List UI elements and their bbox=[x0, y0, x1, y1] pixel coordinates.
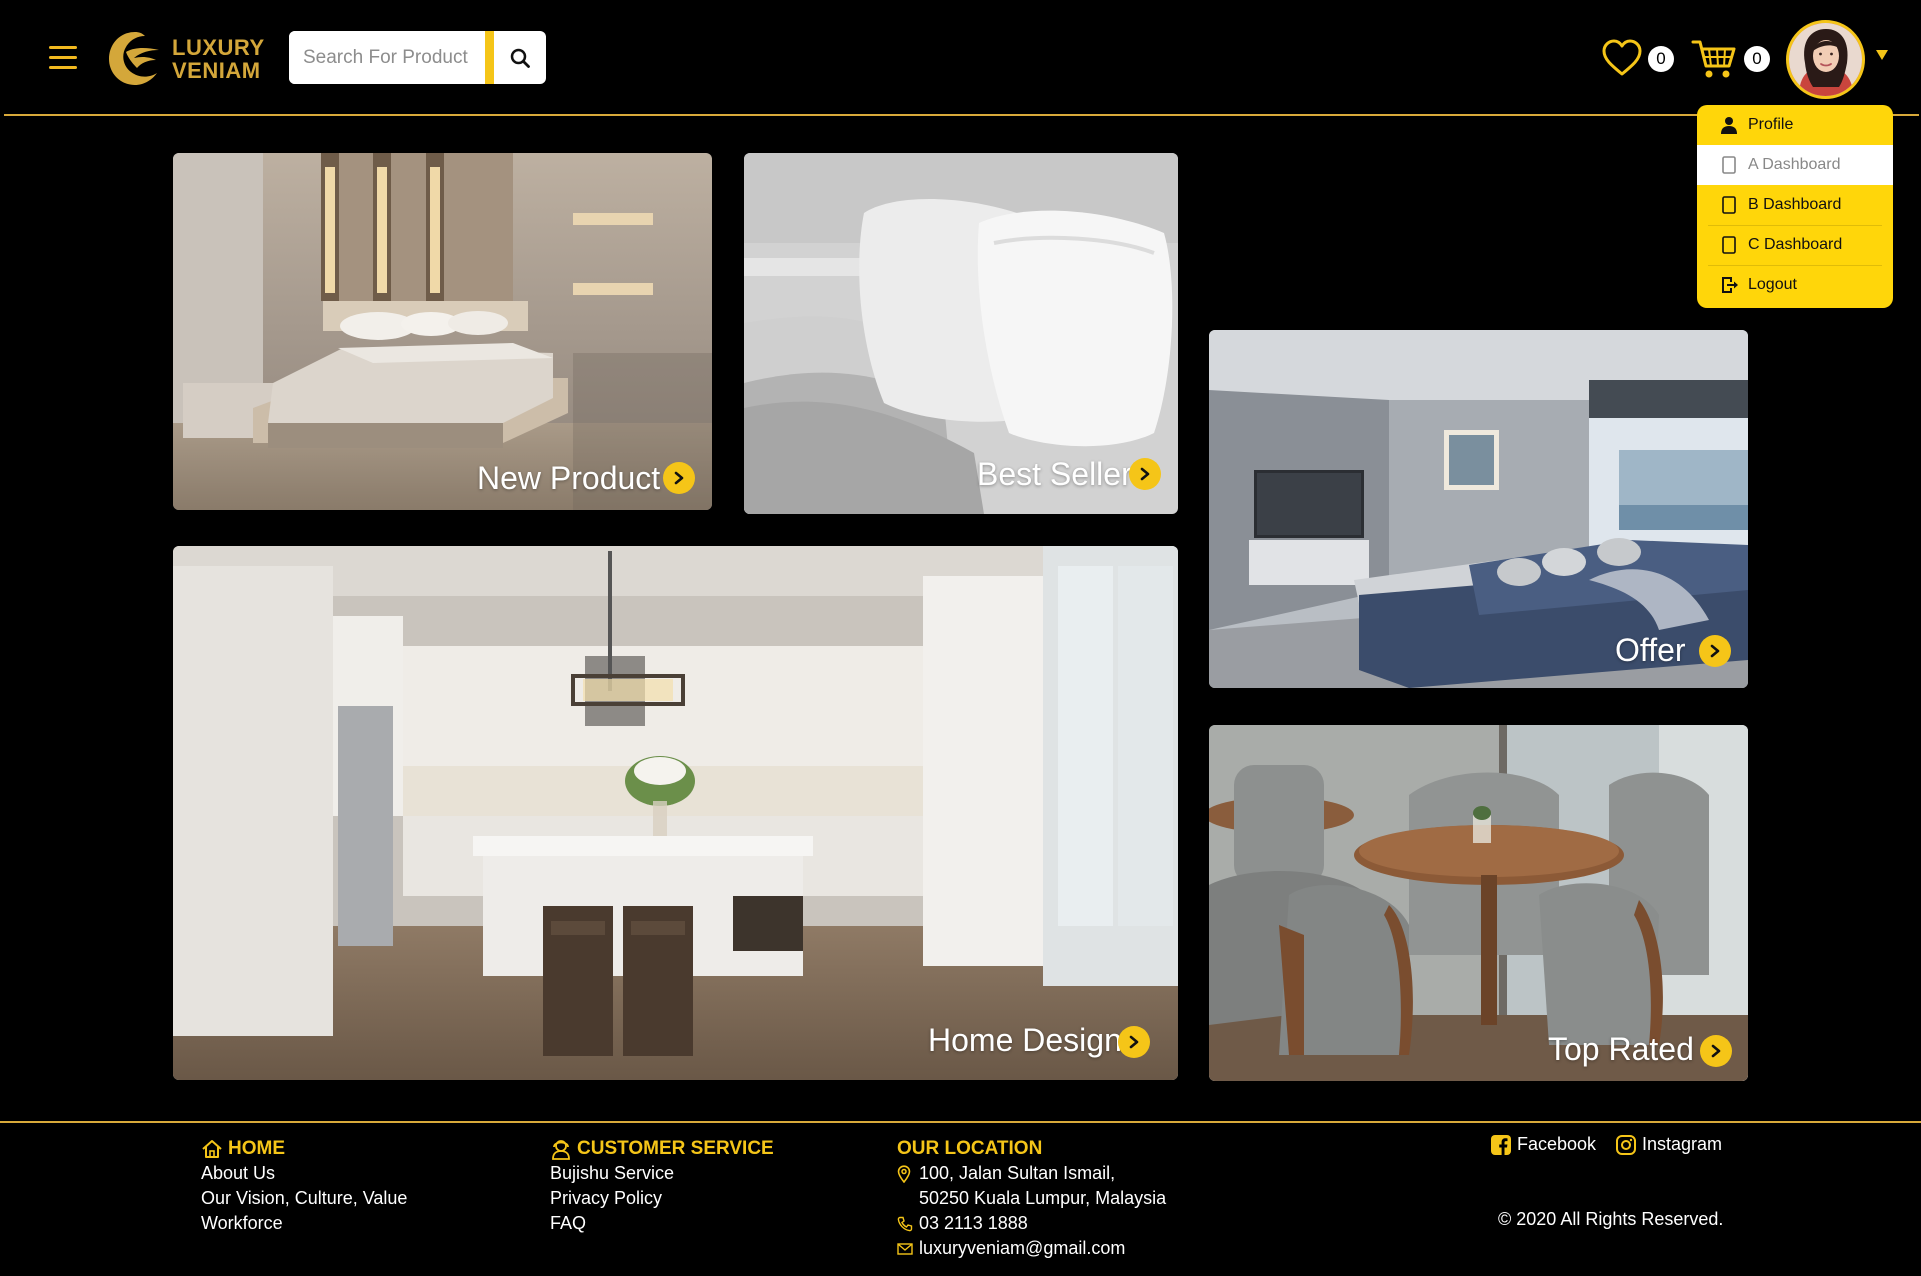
chevron-right-icon bbox=[1700, 1035, 1732, 1067]
header-divider bbox=[4, 114, 1919, 116]
copyright-text: © 2020 All Rights Reserved. bbox=[1498, 1209, 1724, 1229]
user-dropdown-menu: Profile A Dashboard B Dashboard C Dashbo… bbox=[1697, 105, 1893, 308]
header: LUXURY VENIAM 0 0 bbox=[0, 0, 1921, 118]
chevron-right-icon bbox=[1118, 1026, 1150, 1058]
email-icon bbox=[897, 1242, 919, 1256]
customer-service-icon bbox=[550, 1138, 572, 1160]
footer-address-line-1: 100, Jalan Sultan Ismail, bbox=[897, 1161, 1166, 1186]
logo[interactable]: LUXURY VENIAM bbox=[104, 28, 264, 90]
footer-link-workforce[interactable]: Workforce bbox=[201, 1211, 407, 1236]
home-icon bbox=[201, 1139, 223, 1159]
search-divider bbox=[485, 31, 494, 84]
footer-phone[interactable]: 03 2113 1888 bbox=[897, 1211, 1166, 1236]
footer-location-heading: OUR LOCATION bbox=[897, 1136, 1166, 1161]
footer-home-heading-label: HOME bbox=[228, 1137, 285, 1159]
menu-item-logout[interactable]: Logout bbox=[1697, 265, 1893, 305]
avatar[interactable] bbox=[1786, 20, 1865, 99]
cart-count-badge: 0 bbox=[1744, 46, 1770, 72]
footer-customer-service-column: CUSTOMER SERVICE Bujishu Service Privacy… bbox=[550, 1136, 774, 1236]
facebook-label: Facebook bbox=[1517, 1134, 1597, 1154]
caret-down-icon[interactable] bbox=[1876, 50, 1888, 60]
location-pin-icon bbox=[897, 1164, 919, 1183]
search-icon bbox=[510, 48, 530, 68]
hamburger-icon[interactable] bbox=[49, 44, 77, 70]
tile-label: Home Design bbox=[928, 1022, 1122, 1058]
tile-new-product[interactable]: New Product bbox=[173, 153, 712, 510]
wishlist-button[interactable] bbox=[1601, 39, 1643, 77]
tile-home-design[interactable]: Home Design bbox=[173, 546, 1178, 1080]
logo-text: LUXURY VENIAM bbox=[172, 36, 265, 82]
menu-item-label: Profile bbox=[1748, 116, 1794, 133]
document-icon bbox=[1719, 195, 1739, 215]
phone-icon bbox=[897, 1216, 919, 1232]
address-line-1-text: 100, Jalan Sultan Ismail, bbox=[919, 1163, 1116, 1183]
menu-item-label: Logout bbox=[1748, 276, 1797, 293]
tile-top-rated[interactable]: Top Rated bbox=[1209, 725, 1748, 1081]
footer-link-faq[interactable]: FAQ bbox=[550, 1211, 774, 1236]
chevron-right-icon bbox=[1699, 635, 1731, 667]
footer-home-column: HOME About Us Our Vision, Culture, Value… bbox=[201, 1136, 407, 1236]
heart-icon bbox=[1602, 39, 1642, 76]
instagram-icon bbox=[1616, 1134, 1636, 1155]
document-icon bbox=[1719, 235, 1739, 255]
search-button[interactable] bbox=[494, 31, 546, 84]
logo-emblem-icon bbox=[109, 32, 159, 85]
tile-label: New Product bbox=[477, 460, 661, 496]
logo-line-2: VENIAM bbox=[172, 58, 261, 83]
tile-best-seller[interactable]: Best Seller bbox=[744, 153, 1178, 514]
menu-item-a-dashboard[interactable]: A Dashboard bbox=[1697, 145, 1893, 185]
footer-email[interactable]: luxuryveniam@gmail.com bbox=[897, 1236, 1166, 1261]
chevron-right-icon bbox=[1129, 458, 1161, 490]
avatar-photo bbox=[1789, 23, 1862, 96]
logo-line-1: LUXURY bbox=[172, 35, 265, 60]
footer-facebook-link[interactable]: Facebook bbox=[1491, 1134, 1596, 1155]
chevron-right-icon bbox=[663, 462, 695, 494]
menu-item-c-dashboard[interactable]: C Dashboard bbox=[1697, 225, 1893, 265]
email-text: luxuryveniam@gmail.com bbox=[919, 1238, 1126, 1258]
footer-link-about-us[interactable]: About Us bbox=[201, 1161, 407, 1186]
footer-divider bbox=[0, 1121, 1921, 1123]
tile-label: Best Seller bbox=[977, 456, 1132, 492]
footer-location-column: OUR LOCATION 100, Jalan Sultan Ismail, 5… bbox=[897, 1136, 1166, 1261]
wishlist-count-badge: 0 bbox=[1648, 46, 1674, 72]
tile-label: Offer bbox=[1615, 632, 1686, 668]
menu-item-b-dashboard[interactable]: B Dashboard bbox=[1697, 185, 1893, 225]
logout-icon bbox=[1719, 275, 1739, 295]
footer-link-our-vision[interactable]: Our Vision, Culture, Value bbox=[201, 1186, 407, 1211]
search-bar bbox=[289, 31, 546, 84]
search-input[interactable] bbox=[289, 31, 485, 84]
footer-home-heading[interactable]: HOME bbox=[201, 1136, 407, 1161]
footer-link-privacy-policy[interactable]: Privacy Policy bbox=[550, 1186, 774, 1211]
menu-item-label: B Dashboard bbox=[1748, 196, 1842, 213]
instagram-label: Instagram bbox=[1642, 1134, 1723, 1154]
menu-item-profile[interactable]: Profile bbox=[1697, 105, 1893, 145]
tile-label: Top Rated bbox=[1548, 1031, 1694, 1067]
footer-customer-service-heading-label: CUSTOMER SERVICE bbox=[577, 1137, 774, 1159]
kitchen-image bbox=[173, 546, 1178, 1080]
footer-location-heading-label: OUR LOCATION bbox=[897, 1137, 1043, 1159]
dining-room-image bbox=[1209, 725, 1748, 1081]
footer-address-line-2: 50250 Kuala Lumpur, Malaysia bbox=[897, 1186, 1166, 1211]
facebook-icon bbox=[1491, 1134, 1511, 1155]
footer-customer-service-heading[interactable]: CUSTOMER SERVICE bbox=[550, 1136, 774, 1161]
phone-text: 03 2113 1888 bbox=[919, 1213, 1028, 1233]
tile-offer[interactable]: Offer bbox=[1209, 330, 1748, 688]
footer-instagram-link[interactable]: Instagram bbox=[1616, 1134, 1722, 1155]
cart-icon bbox=[1691, 40, 1736, 78]
menu-item-label: C Dashboard bbox=[1748, 236, 1843, 253]
cart-button[interactable] bbox=[1691, 38, 1737, 80]
document-icon bbox=[1719, 155, 1739, 175]
footer-link-bujishu-service[interactable]: Bujishu Service bbox=[550, 1161, 774, 1186]
address-line-2-text: 50250 Kuala Lumpur, Malaysia bbox=[919, 1188, 1167, 1208]
user-icon bbox=[1719, 115, 1739, 135]
bedroom-image bbox=[173, 153, 712, 510]
menu-item-label: A Dashboard bbox=[1748, 156, 1841, 173]
